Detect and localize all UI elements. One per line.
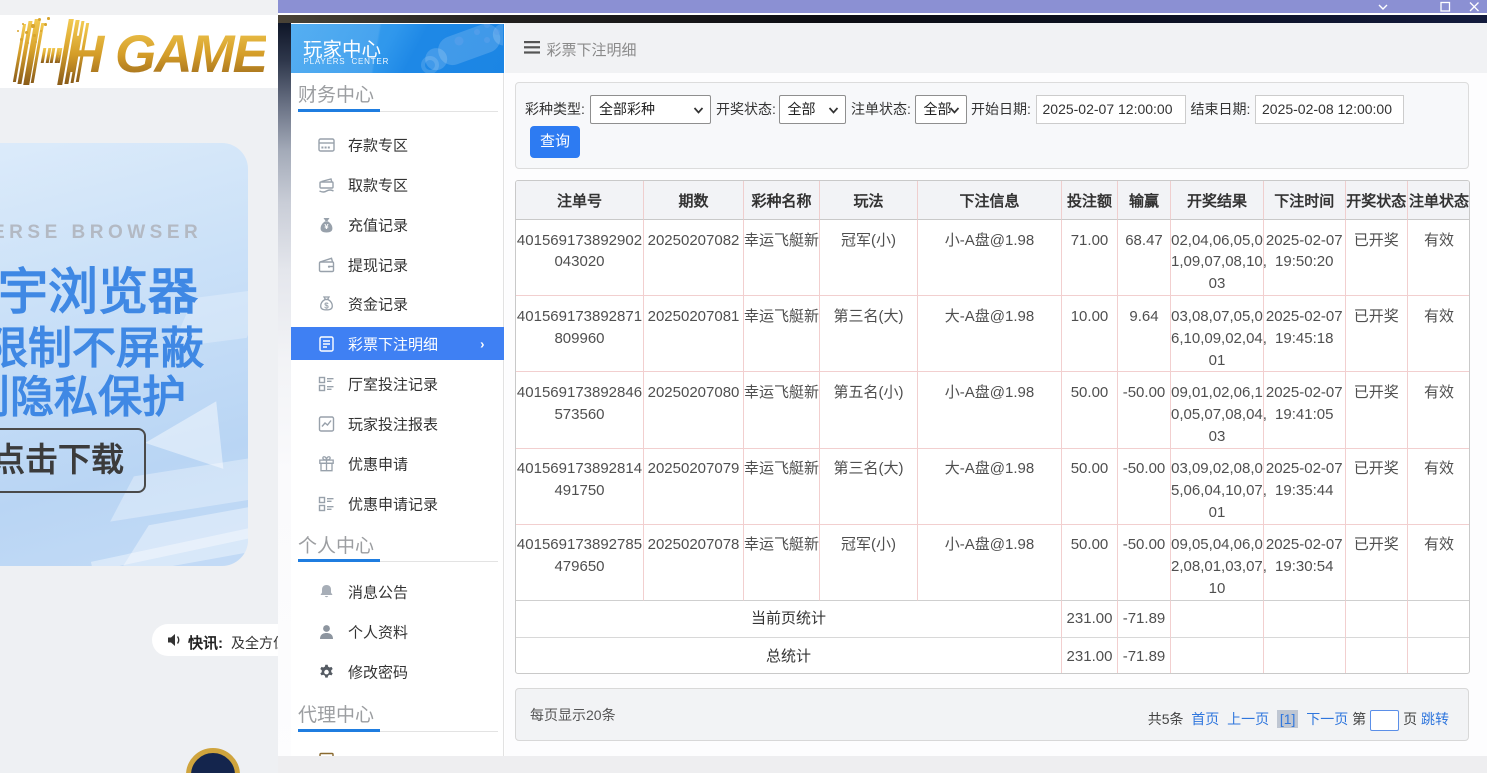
svg-text:$: $ bbox=[324, 301, 329, 310]
